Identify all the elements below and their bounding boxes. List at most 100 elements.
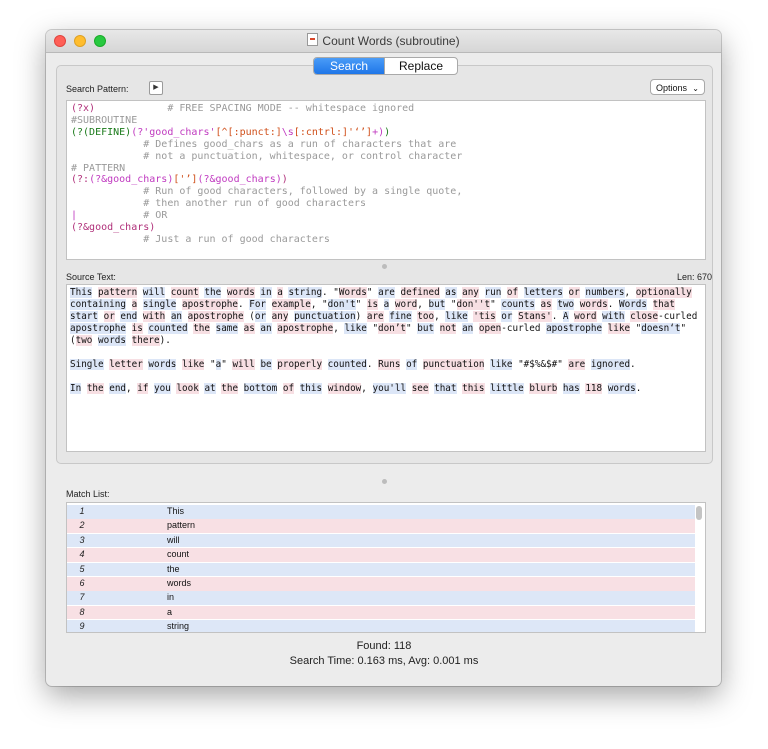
- matched-word: or: [254, 311, 267, 322]
- search-time: Search Time: 0.163 ms, Avg: 0.001 ms: [289, 655, 479, 667]
- matched-word: letter: [109, 359, 143, 370]
- matched-word: but: [428, 299, 446, 310]
- pattern-line: # then another run of good characters: [71, 198, 701, 210]
- pattern-token: # OR: [77, 210, 168, 222]
- matched-word: Runs: [378, 359, 401, 370]
- matched-word: In: [70, 383, 82, 394]
- matched-word: or: [103, 311, 115, 322]
- table-row[interactable]: 9 string: [67, 620, 695, 632]
- pattern-line: #SUBROUTINE: [71, 115, 701, 127]
- matched-word: apostrophe: [182, 299, 238, 310]
- table-row[interactable]: 5 the: [67, 562, 695, 577]
- match-index: 8: [79, 606, 85, 617]
- matched-word: as: [445, 287, 457, 298]
- matched-word: if: [137, 383, 149, 394]
- matched-word: a: [215, 359, 222, 370]
- matched-word: same: [215, 323, 238, 334]
- match-value: This: [167, 506, 185, 516]
- matched-word: doesn‘t: [641, 323, 681, 334]
- matched-word: in: [260, 287, 272, 298]
- splitter-handle[interactable]: [382, 264, 387, 269]
- matched-word: end: [109, 383, 127, 394]
- options-dropdown[interactable]: Options ⌄: [650, 79, 705, 95]
- pattern-token: ): [281, 174, 288, 186]
- matched-word: don''t: [456, 299, 491, 310]
- match-value: a: [167, 606, 173, 617]
- matched-word: little: [490, 383, 524, 394]
- matched-word: is: [366, 299, 379, 310]
- source-paragraph: Single letter words like "a" will be pro…: [70, 359, 636, 370]
- tab-replace[interactable]: Replace: [384, 58, 457, 74]
- matched-word: numbers: [585, 287, 625, 298]
- window-title: Count Words (subroutine): [46, 33, 721, 48]
- pattern-token: # Just a run of good characters: [71, 233, 330, 245]
- pattern-line: | # OR: [71, 210, 701, 222]
- table-row[interactable]: 2 pattern: [67, 519, 695, 533]
- match-list-label: Match List:: [66, 489, 110, 499]
- matched-word: an: [462, 323, 474, 334]
- matched-word: will: [232, 359, 255, 370]
- source-text-editor[interactable]: This pattern will count the words in a s…: [66, 284, 706, 452]
- matched-word: are: [568, 359, 586, 370]
- pattern-line: (?&good_chars): [71, 222, 701, 234]
- matched-word: properly: [277, 359, 323, 370]
- pattern-editor[interactable]: (?x) # FREE SPACING MODE -- whitespace i…: [66, 100, 706, 260]
- match-value: count: [167, 549, 190, 560]
- pattern-token: # FREE SPACING MODE -- whitespace ignore…: [95, 103, 415, 114]
- matched-word: punctuation: [294, 311, 356, 322]
- matched-word: single: [142, 299, 177, 310]
- table-row[interactable]: 7 in: [67, 591, 695, 605]
- matched-word: pattern: [98, 287, 138, 298]
- document-icon: [307, 33, 319, 46]
- search-pattern-label: Search Pattern:: [66, 84, 129, 94]
- splitter-handle-bottom[interactable]: [382, 479, 387, 484]
- table-row[interactable]: 8a: [67, 605, 695, 620]
- matched-word: this: [462, 383, 485, 394]
- matched-word: or: [501, 311, 513, 322]
- matched-word: are: [378, 287, 395, 298]
- match-value: the: [167, 563, 180, 574]
- pattern-token: (?&good_chars): [71, 222, 156, 234]
- matched-word: bottom: [243, 383, 278, 394]
- match-value: pattern: [167, 520, 196, 531]
- title-bar: Count Words (subroutine): [46, 30, 721, 53]
- matched-word: For: [249, 299, 267, 310]
- matched-word: as: [540, 299, 552, 310]
- matched-word: Words: [618, 299, 647, 310]
- table-row[interactable]: 3 will: [67, 533, 695, 548]
- pattern-token: (?&good_chars): [197, 174, 282, 186]
- matched-word: the: [86, 383, 104, 394]
- matched-word: start: [70, 311, 98, 322]
- table-row[interactable]: 4 count: [67, 548, 695, 562]
- matched-word: defined: [400, 287, 440, 298]
- scrollbar-thumb[interactable]: [696, 506, 702, 520]
- table-row[interactable]: 1 This: [67, 505, 695, 519]
- matched-word: letters: [523, 287, 563, 298]
- table-row[interactable]: 6 words: [67, 577, 695, 591]
- match-list-table[interactable]: 1 This 2 pattern 3 will 4 count 5 the 6 words 7 in 8 a 9…: [66, 502, 706, 633]
- play-icon[interactable]: ▶: [149, 81, 163, 95]
- matched-word: counted: [148, 323, 188, 334]
- matched-word: open: [478, 323, 502, 334]
- matched-word: that: [434, 383, 457, 394]
- options-label: Options: [656, 83, 688, 93]
- matched-word: Stans': [518, 311, 552, 322]
- matched-word: This: [70, 287, 93, 298]
- matched-word: a: [383, 299, 390, 310]
- matched-word: a: [131, 299, 138, 310]
- matched-word: containing: [70, 299, 126, 310]
- matched-word: as: [243, 323, 255, 334]
- tab-search[interactable]: Search: [314, 58, 384, 74]
- pattern-token: #SUBROUTINE: [71, 114, 138, 126]
- match-value: in: [167, 592, 175, 603]
- matched-word: with: [602, 311, 625, 322]
- matched-word: this: [299, 383, 323, 394]
- pattern-token: # Run of good characters, followed by a …: [71, 186, 463, 198]
- matched-word: that: [652, 299, 675, 310]
- pattern-token: # then another run of good characters: [71, 198, 367, 210]
- matched-word: at: [204, 383, 216, 394]
- matched-word: fine: [389, 311, 412, 322]
- matched-word: counts: [501, 299, 535, 310]
- matched-word: be: [260, 359, 272, 370]
- match-index: 9: [79, 621, 85, 632]
